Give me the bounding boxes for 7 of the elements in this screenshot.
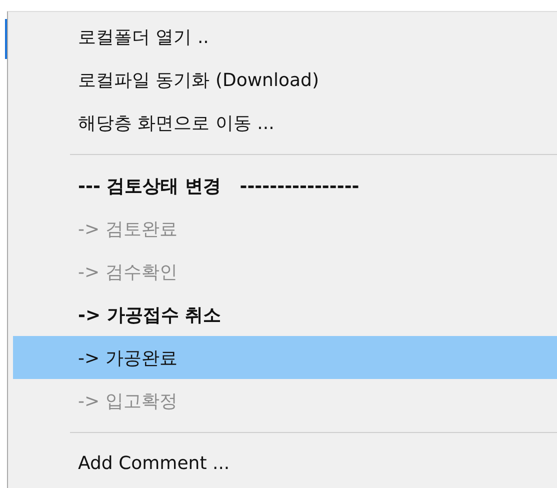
menu-item[interactable]: -> 가공접수 취소 bbox=[13, 293, 557, 336]
menu-item[interactable]: -> 가공완료 bbox=[13, 336, 557, 379]
menu-item[interactable]: 해당층 화면으로 이동 ... bbox=[13, 101, 557, 144]
menu-item[interactable]: 로컬폴더 열기 .. bbox=[13, 15, 557, 58]
menu-item[interactable]: --- 검토상태 변경 ---------------- bbox=[13, 164, 557, 207]
menu-item[interactable]: Add Comment ... bbox=[13, 442, 557, 485]
menu-item[interactable]: 로컬파일 동기화 (Download) bbox=[13, 58, 557, 101]
